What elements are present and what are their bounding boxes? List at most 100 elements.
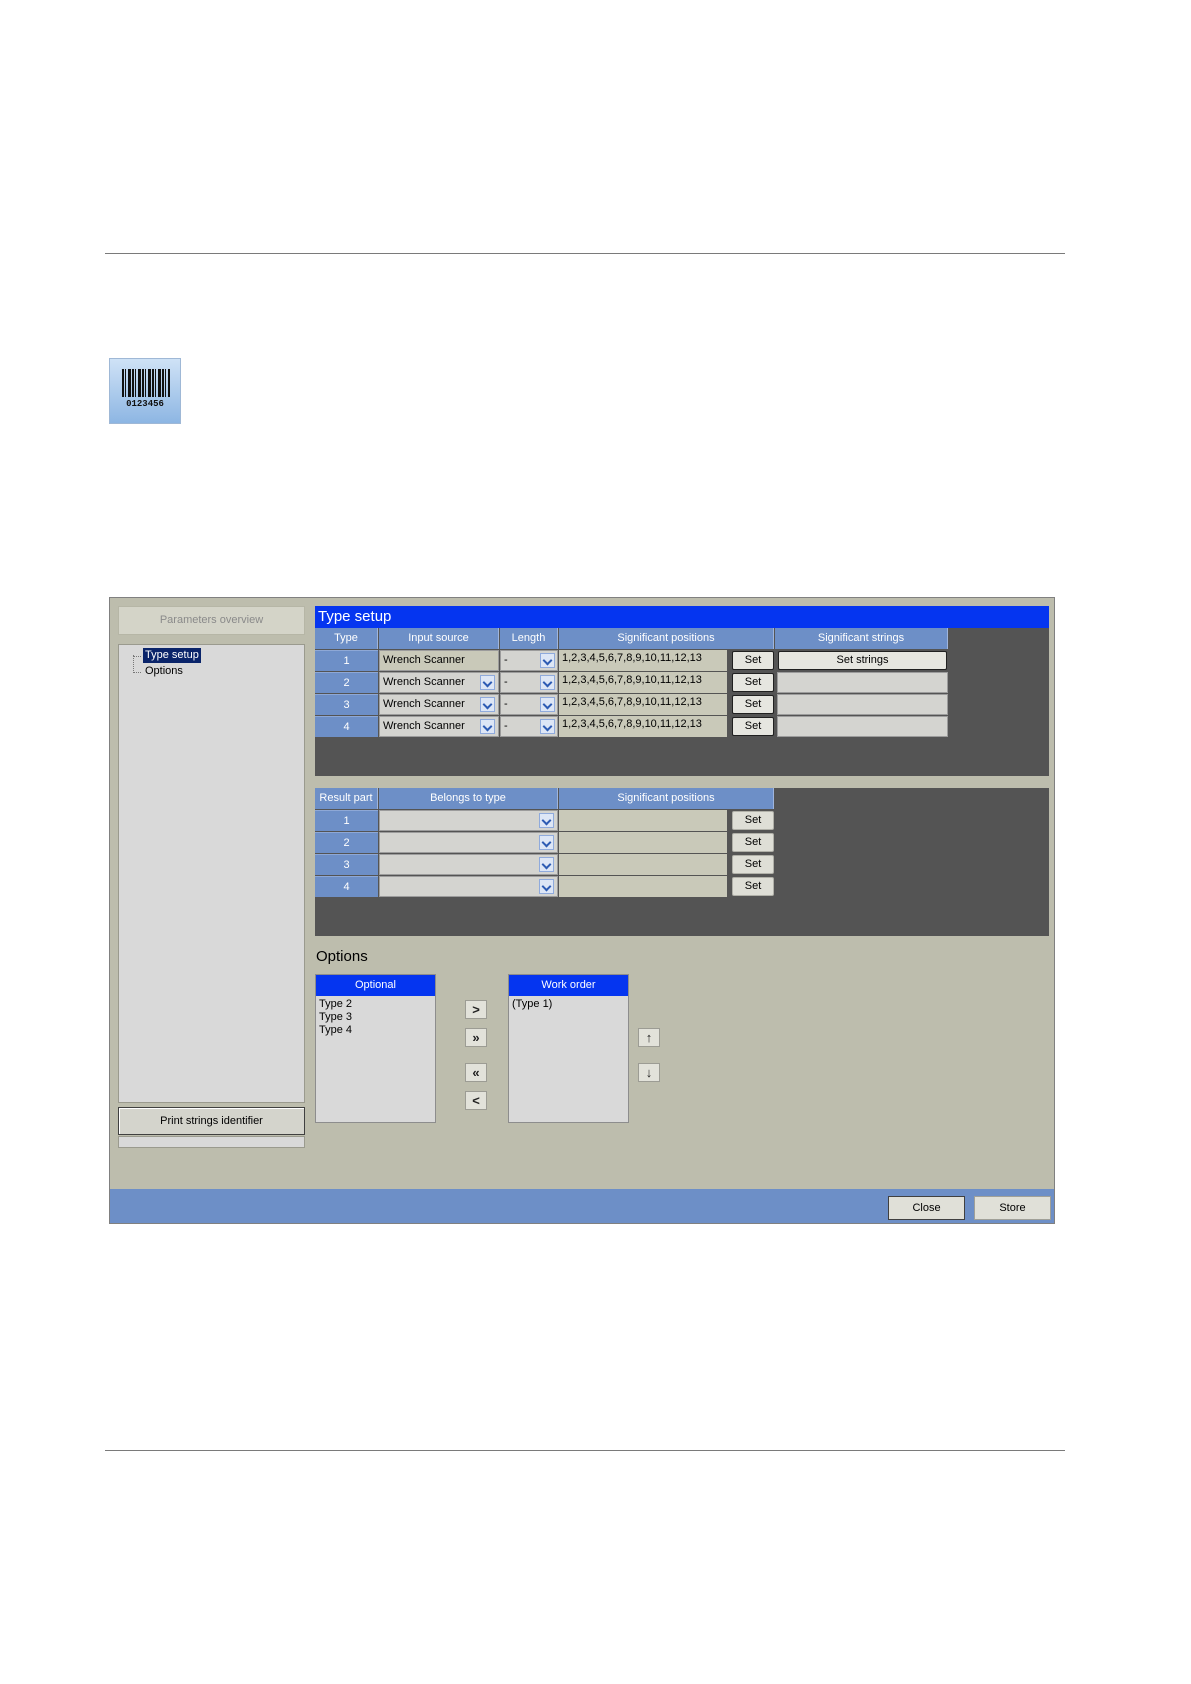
input-source-select[interactable]: Wrench Scanner <box>379 716 499 737</box>
list-item[interactable]: Type 4 <box>316 1024 435 1037</box>
chevron-down-icon <box>539 835 554 850</box>
list-item[interactable]: Type 3 <box>316 1011 435 1024</box>
work-order-list[interactable]: Work order (Type 1) <box>508 974 629 1123</box>
length-select[interactable]: - <box>500 672 558 693</box>
belongs-to-type-select[interactable] <box>379 854 558 875</box>
set-positions-button[interactable]: Set <box>732 833 774 852</box>
result-part-number: 1 <box>315 810 378 831</box>
chevron-down-icon <box>480 675 495 690</box>
chevron-down-icon <box>540 653 555 668</box>
move-up-button[interactable]: ↑ <box>638 1028 660 1047</box>
barcode-digits: 0123456 <box>126 399 164 409</box>
optional-list[interactable]: Optional Type 2 Type 3 Type 4 <box>315 974 436 1123</box>
significant-positions-field: 1,2,3,4,5,6,7,8,9,10,11,12,13 <box>559 694 727 715</box>
input-source-select[interactable]: Wrench Scanner <box>379 694 499 715</box>
significant-positions-field <box>559 832 727 853</box>
barcode-icon: 0123456 <box>109 358 181 424</box>
significant-strings-field <box>777 694 948 715</box>
chevron-down-icon <box>539 813 554 828</box>
chevron-down-icon <box>540 697 555 712</box>
options-title: Options <box>316 948 368 965</box>
type-setup-title: Type setup <box>315 606 1049 628</box>
column-header-length: Length <box>500 628 558 649</box>
tree-item-type-setup[interactable]: Type setup <box>143 648 201 663</box>
length-value: - <box>504 720 508 732</box>
optional-list-header: Optional <box>316 975 435 996</box>
set-positions-button[interactable]: Set <box>732 855 774 874</box>
list-item[interactable]: Type 2 <box>316 998 435 1011</box>
length-value: - <box>504 676 508 688</box>
length-value: - <box>504 698 508 710</box>
tree-connector <box>133 655 134 673</box>
chevron-down-icon <box>480 719 495 734</box>
move-all-left-button[interactable]: « <box>465 1063 487 1082</box>
tree-connector <box>133 656 141 657</box>
type-number: 3 <box>315 694 378 715</box>
navigation-tree: Type setup Options <box>118 644 305 1103</box>
print-strings-identifier-button[interactable]: Print strings identifier <box>118 1107 305 1135</box>
length-select[interactable]: - <box>500 716 558 737</box>
column-header-significant-strings: Significant strings <box>775 628 948 649</box>
type-setup-table: Type Input source Length Significant pos… <box>315 628 1049 776</box>
chevron-down-icon <box>540 675 555 690</box>
close-button[interactable]: Close <box>888 1196 965 1220</box>
column-header-significant-positions: Significant positions <box>559 628 774 649</box>
column-header-significant-positions: Significant positions <box>559 788 774 809</box>
significant-positions-value: 1,2,3,4,5,6,7,8,9,10,11,12,13 <box>562 674 702 686</box>
chevron-down-icon <box>480 697 495 712</box>
belongs-to-type-select[interactable] <box>379 810 558 831</box>
chevron-down-icon <box>539 879 554 894</box>
set-positions-button[interactable]: Set <box>732 717 774 736</box>
result-parts-table: Result part Belongs to type Significant … <box>315 788 1049 936</box>
length-select[interactable]: - <box>500 694 558 715</box>
left-panel: Parameters overview Type setup Options P… <box>118 606 305 1148</box>
set-positions-button[interactable]: Set <box>732 877 774 896</box>
move-down-button[interactable]: ↓ <box>638 1063 660 1082</box>
work-order-list-header: Work order <box>509 975 628 996</box>
page-top-rule <box>105 253 1065 254</box>
set-positions-button[interactable]: Set <box>732 651 774 670</box>
type-number: 2 <box>315 672 378 693</box>
move-left-button[interactable]: < <box>465 1091 487 1110</box>
set-positions-button[interactable]: Set <box>732 695 774 714</box>
input-source-value: Wrench Scanner <box>383 720 465 732</box>
move-all-right-button[interactable]: » <box>465 1028 487 1047</box>
column-header-belongs-to-type: Belongs to type <box>379 788 558 809</box>
significant-positions-field: 1,2,3,4,5,6,7,8,9,10,11,12,13 <box>559 650 727 671</box>
tree-connector <box>133 672 141 673</box>
significant-positions-value: 1,2,3,4,5,6,7,8,9,10,11,12,13 <box>562 652 702 664</box>
belongs-to-type-select[interactable] <box>379 876 558 897</box>
significant-strings-field <box>777 716 948 737</box>
chevron-down-icon <box>539 857 554 872</box>
barcode-bars <box>122 369 170 397</box>
result-part-number: 3 <box>315 854 378 875</box>
column-header-input-source: Input source <box>379 628 499 649</box>
belongs-to-type-select[interactable] <box>379 832 558 853</box>
input-source-select[interactable]: Wrench Scanner <box>379 672 499 693</box>
significant-positions-value: 1,2,3,4,5,6,7,8,9,10,11,12,13 <box>562 696 702 708</box>
tree-item-options[interactable]: Options <box>143 664 185 679</box>
input-source-value: Wrench Scanner <box>383 676 465 688</box>
significant-positions-field <box>559 810 727 831</box>
parameters-overview-button[interactable]: Parameters overview <box>118 606 305 635</box>
significant-positions-field: 1,2,3,4,5,6,7,8,9,10,11,12,13 <box>559 716 727 737</box>
left-panel-footer <box>118 1136 305 1148</box>
column-header-result-part: Result part <box>315 788 378 809</box>
store-button[interactable]: Store <box>974 1196 1051 1220</box>
type-number: 4 <box>315 716 378 737</box>
significant-positions-field <box>559 854 727 875</box>
set-positions-button[interactable]: Set <box>732 811 774 830</box>
length-value: - <box>504 654 508 666</box>
set-positions-button[interactable]: Set <box>732 673 774 692</box>
chevron-down-icon <box>540 719 555 734</box>
type-number: 1 <box>315 650 378 671</box>
set-strings-button[interactable]: Set strings <box>778 651 947 670</box>
move-right-button[interactable]: > <box>465 1000 487 1019</box>
column-header-type: Type <box>315 628 378 649</box>
input-source-value: Wrench Scanner <box>383 698 465 710</box>
list-item[interactable]: (Type 1) <box>509 998 628 1011</box>
bottom-bar: Close Store <box>110 1189 1054 1223</box>
length-select[interactable]: - <box>500 650 558 671</box>
significant-strings-field <box>777 672 948 693</box>
significant-positions-field <box>559 876 727 897</box>
